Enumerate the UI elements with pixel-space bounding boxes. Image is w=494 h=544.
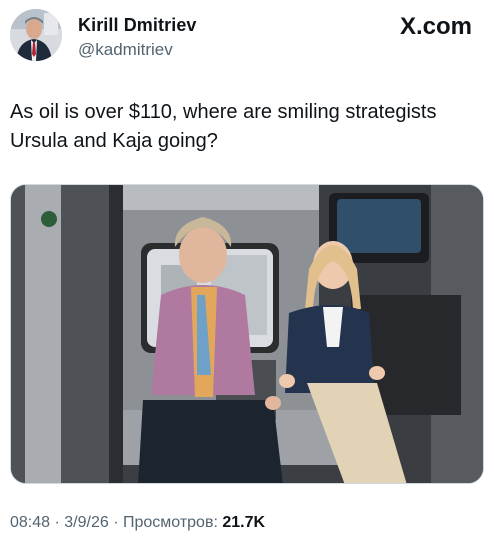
views-count[interactable]: 21.7K xyxy=(222,514,265,531)
tweet-meta: 08:48 · 3/9/26 · Просмотров: 21.7K xyxy=(10,514,265,532)
photo-icon xyxy=(11,185,483,483)
meta-separator: · xyxy=(50,514,65,531)
tweet-media[interactable] xyxy=(10,184,484,484)
tweet-header: Kirill Dmitriev @kadmitriev X.com xyxy=(0,0,494,80)
tweet-text-line-1: As oil is over $110, where are smiling s… xyxy=(10,101,437,123)
tweet-time[interactable]: 08:48 xyxy=(10,514,50,531)
avatar[interactable] xyxy=(10,9,62,61)
meta-separator: · xyxy=(108,514,123,531)
tweet-date[interactable]: 3/9/26 xyxy=(64,514,108,531)
tweet-text: As oil is over $110, where are smiling s… xyxy=(10,98,484,156)
profile-photo-icon xyxy=(10,9,62,61)
display-name[interactable]: Kirill Dmitriev xyxy=(78,15,197,36)
tweet-text-line-2: Ursula and Kaja going? xyxy=(10,130,218,152)
site-label: X.com xyxy=(399,13,472,40)
handle[interactable]: @kadmitriev xyxy=(78,40,173,60)
views-label: Просмотров: xyxy=(122,514,223,531)
